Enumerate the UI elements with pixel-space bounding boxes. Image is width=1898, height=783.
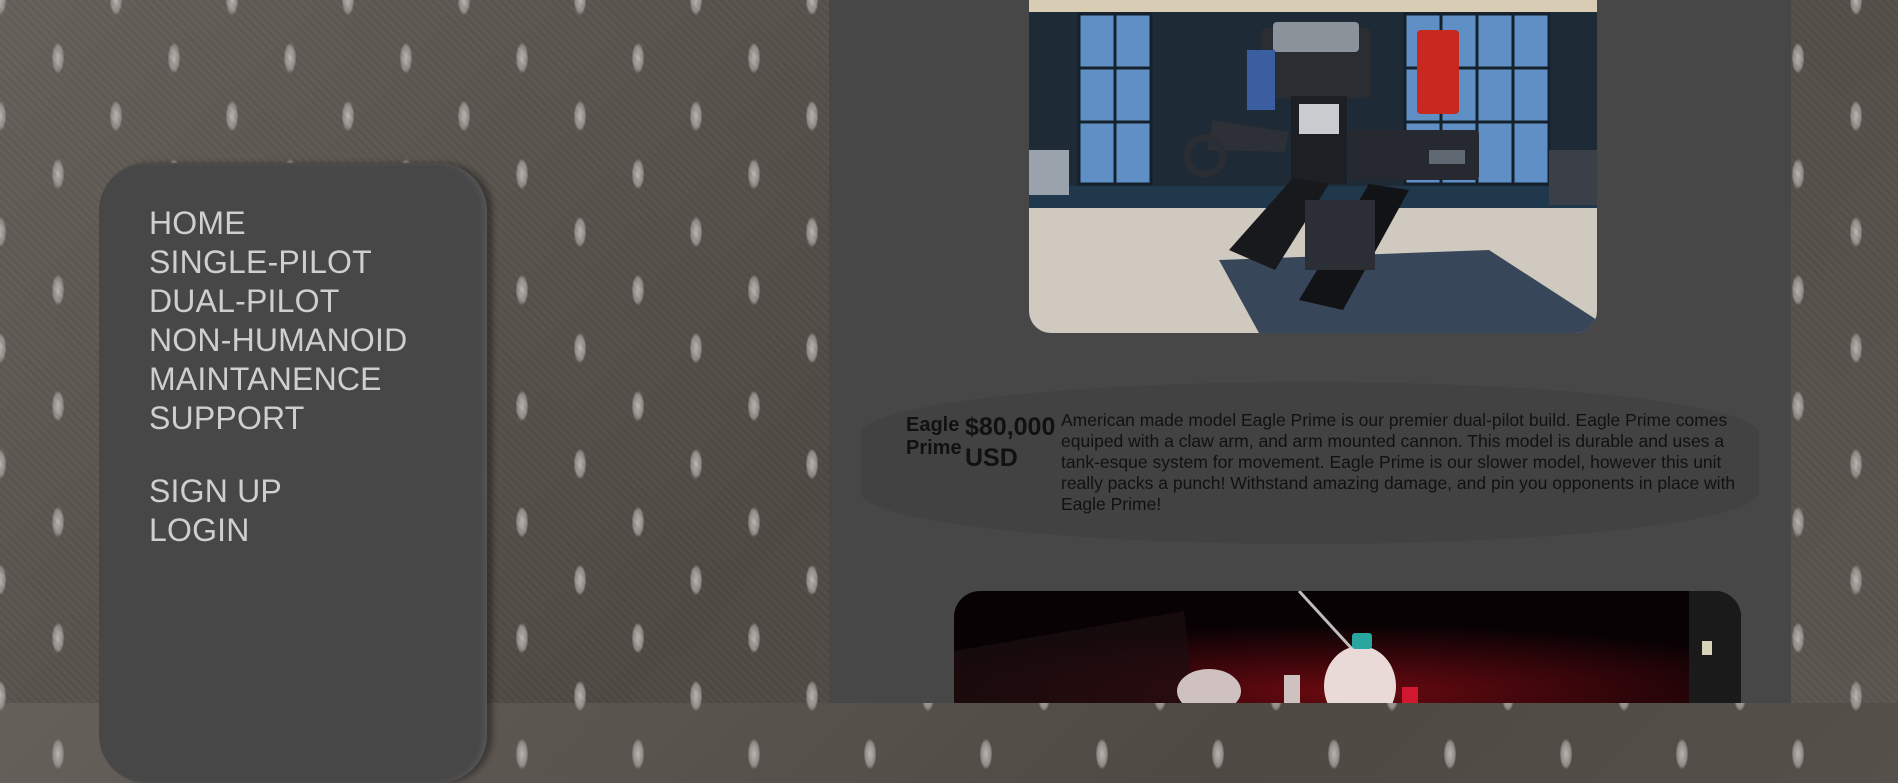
product-price: $80,000 USD [965,413,1056,472]
nav-item-support[interactable]: SUPPORT [149,399,407,438]
product-description: American made model Eagle Prime is our p… [1061,410,1736,514]
nav-item-home[interactable]: HOME [149,204,407,243]
eagle-prime-photo [1029,0,1597,333]
nav-item-non-humanoid[interactable]: NON-HUMANOID [149,321,407,360]
product-card-eagle-prime: Eagle Prime $80,000 USD American made mo… [861,382,1759,544]
nav-item-sign-up[interactable]: SIGN UP [149,472,407,511]
nav-item-dual-pilot[interactable]: DUAL-PILOT [149,282,407,321]
nav-item-single-pilot[interactable]: SINGLE-PILOT [149,243,407,282]
main-content: Eagle Prime $80,000 USD American made mo… [829,0,1791,703]
robot-photo-night [954,591,1741,703]
product-name: Eagle Prime [906,414,962,459]
nav-item-maintenance[interactable]: MAINTANENCE [149,360,407,399]
nav-item-login[interactable]: LOGIN [149,511,407,550]
side-navigation: HOME SINGLE-PILOT DUAL-PILOT NON-HUMANOI… [99,163,487,783]
nav-menu: HOME SINGLE-PILOT DUAL-PILOT NON-HUMANOI… [149,204,407,550]
nav-spacer [149,438,407,472]
